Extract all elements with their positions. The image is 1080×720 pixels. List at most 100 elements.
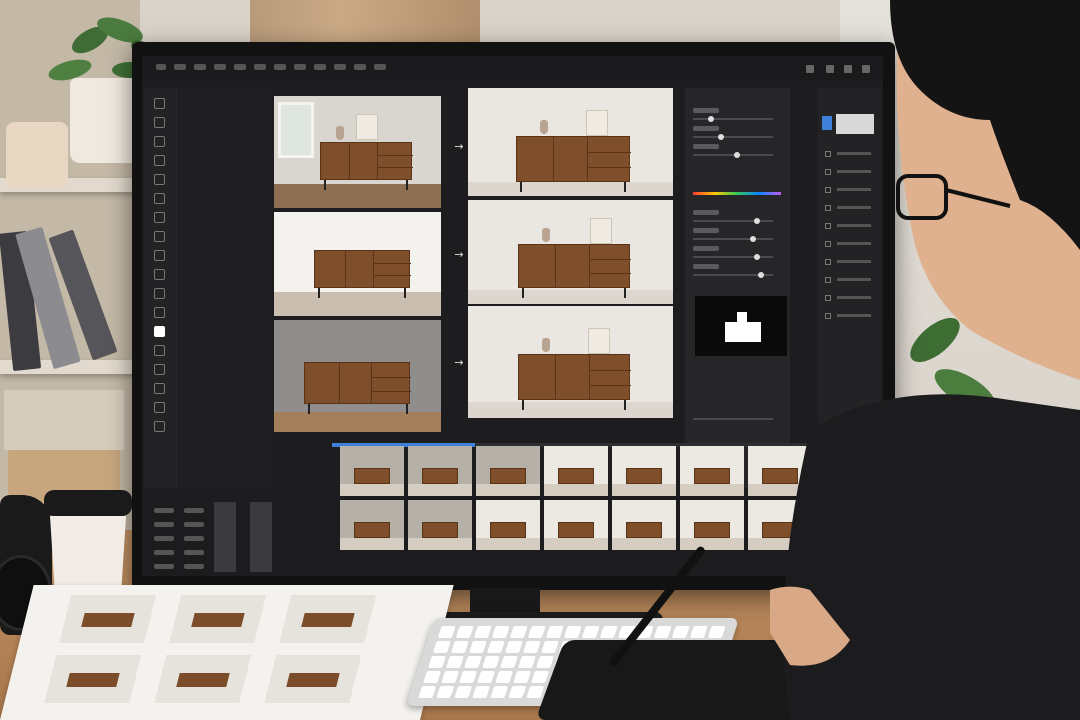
key — [473, 626, 492, 638]
blur-icon[interactable] — [154, 288, 165, 299]
heal-icon[interactable] — [154, 193, 165, 204]
key — [526, 686, 545, 698]
adjustment-label — [693, 126, 719, 131]
after-image-3[interactable] — [468, 306, 673, 418]
before-image-1[interactable] — [274, 96, 441, 208]
zoom-icon[interactable] — [154, 421, 165, 432]
floor — [274, 412, 441, 432]
menu-item[interactable] — [314, 64, 326, 70]
eraser-icon[interactable] — [154, 250, 165, 261]
adjustment-slider[interactable] — [693, 238, 773, 240]
after-image-2[interactable] — [468, 200, 673, 304]
hand-icon[interactable] — [154, 402, 165, 413]
adjustment-slider[interactable] — [693, 118, 773, 120]
hue-gradient-slider[interactable] — [693, 192, 781, 195]
file-list-value — [184, 564, 204, 569]
clone-icon[interactable] — [154, 231, 165, 242]
person-editing — [770, 0, 1080, 720]
batch-thumbnail[interactable] — [680, 500, 744, 550]
key — [468, 641, 487, 653]
menu-item[interactable] — [334, 64, 346, 70]
preset-thumbnail[interactable] — [250, 530, 272, 544]
batch-thumbnail[interactable] — [340, 500, 404, 550]
eyedropper-icon[interactable] — [154, 174, 165, 185]
batch-thumbnail[interactable] — [680, 446, 744, 496]
app-icon[interactable] — [156, 64, 166, 70]
menu-item[interactable] — [354, 64, 366, 70]
gradient-icon[interactable] — [154, 269, 165, 280]
before-image-3[interactable] — [274, 320, 441, 432]
batch-thumbnail[interactable] — [544, 446, 608, 496]
preset-thumbnail[interactable] — [214, 516, 236, 530]
picture-frame — [590, 218, 612, 244]
batch-thumbnail[interactable] — [612, 500, 676, 550]
adjustment-label — [693, 228, 719, 233]
slider-knob[interactable] — [754, 254, 760, 260]
move-icon[interactable] — [154, 98, 165, 109]
floor — [274, 292, 441, 316]
menu-item[interactable] — [214, 64, 226, 70]
menu-item[interactable] — [194, 64, 206, 70]
slider-knob[interactable] — [758, 272, 764, 278]
key — [472, 686, 491, 698]
preset-thumbnail[interactable] — [214, 502, 236, 516]
lasso-icon[interactable] — [154, 136, 165, 147]
print-thumbnail — [169, 595, 267, 643]
text-icon[interactable] — [154, 345, 165, 356]
brush-icon[interactable] — [154, 212, 165, 223]
slider-knob[interactable] — [734, 152, 740, 158]
slider-knob[interactable] — [750, 236, 756, 242]
batch-thumbnail[interactable] — [476, 500, 540, 550]
preset-thumbnail[interactable] — [214, 530, 236, 544]
mask-feather-slider[interactable] — [693, 418, 773, 420]
preset-thumbnail[interactable] — [250, 502, 272, 516]
preset-thumbnail[interactable] — [214, 544, 236, 558]
preset-thumbnail[interactable] — [250, 558, 272, 572]
key — [454, 686, 473, 698]
adjustment-slider[interactable] — [693, 220, 773, 222]
key — [418, 686, 437, 698]
adjustment-slider[interactable] — [693, 136, 773, 138]
batch-thumbnail[interactable] — [340, 446, 404, 496]
key — [509, 626, 528, 638]
preset-thumbnail[interactable] — [250, 516, 272, 530]
menu-item[interactable] — [274, 64, 286, 70]
adjustment-slider[interactable] — [693, 154, 773, 156]
key — [707, 626, 726, 638]
menu-item[interactable] — [234, 64, 246, 70]
crop-icon[interactable] — [154, 155, 165, 166]
menu-item[interactable] — [374, 64, 386, 70]
shape-icon[interactable] — [154, 383, 165, 394]
key — [459, 671, 478, 683]
adjustment-slider[interactable] — [693, 256, 773, 258]
picture-frame — [588, 328, 610, 354]
sideboard — [518, 244, 631, 288]
menu-item[interactable] — [174, 64, 186, 70]
key — [563, 626, 582, 638]
arrow-icon: → — [454, 356, 464, 369]
batch-thumbnail[interactable] — [476, 446, 540, 496]
slider-knob[interactable] — [754, 218, 760, 224]
file-list-label — [154, 564, 174, 569]
batch-thumbnail[interactable] — [612, 446, 676, 496]
pen-icon[interactable] — [154, 326, 165, 337]
menu-item[interactable] — [254, 64, 266, 70]
batch-thumbnail[interactable] — [408, 446, 472, 496]
key — [504, 641, 523, 653]
file-list-value — [184, 550, 204, 555]
slider-knob[interactable] — [707, 116, 714, 122]
key — [486, 641, 505, 653]
preset-thumbnail[interactable] — [250, 544, 272, 558]
batch-thumbnail[interactable] — [408, 500, 472, 550]
dodge-icon[interactable] — [154, 307, 165, 318]
slider-knob[interactable] — [718, 134, 724, 140]
before-image-2[interactable] — [274, 212, 441, 316]
path-icon[interactable] — [154, 364, 165, 375]
picture-frame — [586, 110, 608, 136]
after-image-1[interactable] — [468, 88, 673, 196]
batch-thumbnail[interactable] — [544, 500, 608, 550]
marquee-icon[interactable] — [154, 117, 165, 128]
menu-item[interactable] — [294, 64, 306, 70]
arrow-icon: → — [454, 248, 464, 261]
preset-thumbnail[interactable] — [214, 558, 236, 572]
